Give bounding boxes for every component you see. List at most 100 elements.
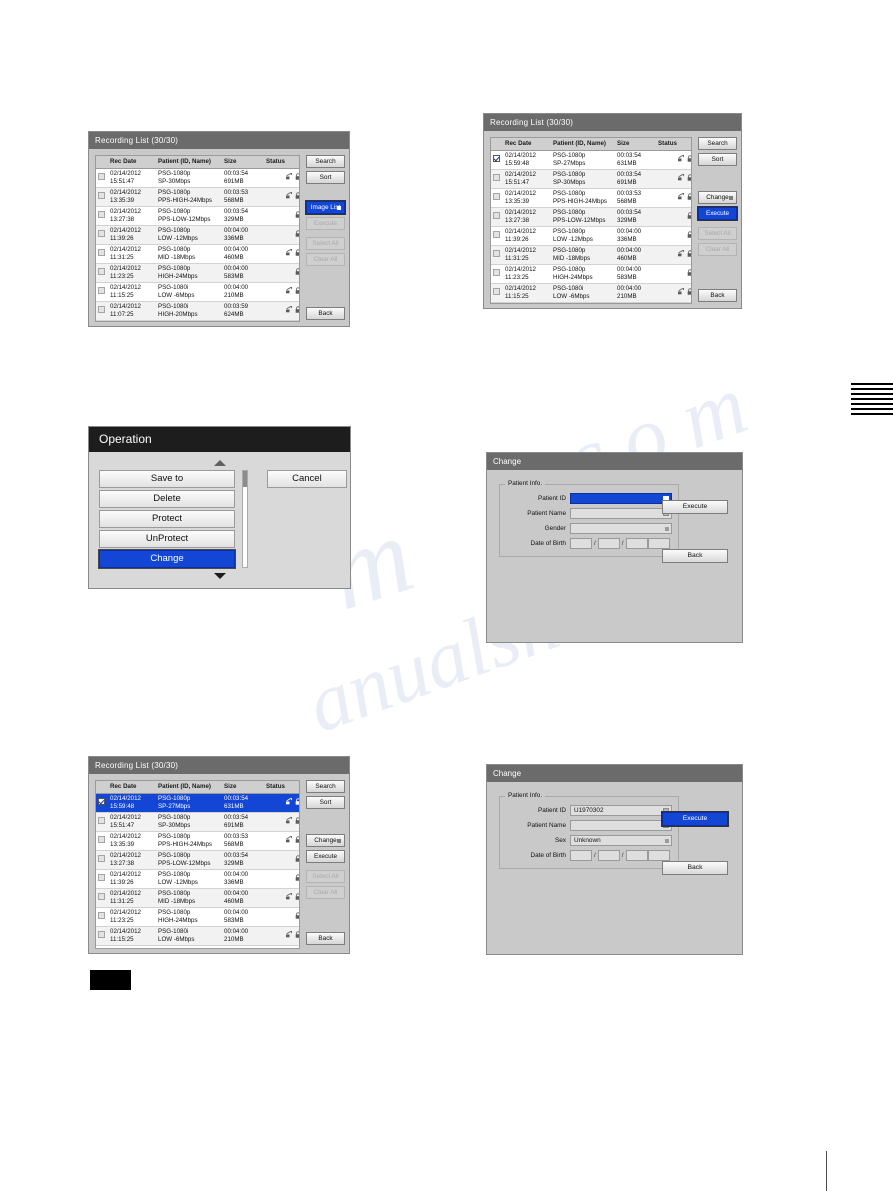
table-row[interactable]: 02/14/2012 15:51:47 PSG-1080p SP-30Mbps 00:0… <box>491 169 691 189</box>
table-row[interactable]: 02/14/2012 11:15:25 PSG-1080i LOW -6Mbps 00:… <box>96 926 299 946</box>
execute-button[interactable]: Execute <box>306 850 345 863</box>
scroll-up-icon[interactable] <box>213 460 226 466</box>
row-check-cell[interactable] <box>96 206 107 226</box>
scrollbar-thumb[interactable] <box>243 471 248 487</box>
row-check-cell[interactable] <box>96 831 107 851</box>
table-row[interactable]: 02/14/2012 11:15:25 PSG-1080i LOW -6Mbps 00:… <box>96 282 299 302</box>
select-all-button[interactable]: Select All <box>306 870 345 883</box>
col-status[interactable]: Status <box>263 156 299 169</box>
row-checkbox[interactable] <box>98 893 105 900</box>
recording-list-table-container[interactable]: Rec Date Patient (ID, Name) Size Status … <box>95 155 300 322</box>
execute-button[interactable]: Execute <box>306 217 345 230</box>
table-row[interactable]: 02/14/2012 13:35:39 PSG-1080p PPS-HIGH-24Mb… <box>96 831 299 851</box>
table-row[interactable]: 02/14/2012 13:27:38 PSG-1080p PPS-LOW-12Mbp… <box>96 206 299 226</box>
table-row[interactable]: 02/14/2012 13:35:39 PSG-1080p PPS-HIGH-24Mb… <box>96 187 299 207</box>
row-check-cell[interactable] <box>491 150 502 170</box>
sort-button[interactable]: Sort <box>306 796 345 809</box>
col-rec-date[interactable]: Rec Date <box>107 156 155 169</box>
table-row[interactable]: 02/14/2012 15:51:47 PSG-1080p SP-30Mbps 00:0… <box>96 812 299 832</box>
sort-button[interactable]: Sort <box>698 153 737 166</box>
table-row[interactable]: 02/14/2012 13:27:38 PSG-1080p PPS-LOW-12Mbp… <box>491 207 691 227</box>
operation-item[interactable]: Protect <box>99 510 235 528</box>
row-checkbox[interactable] <box>493 231 500 238</box>
table-row[interactable]: 02/14/2012 11:39:26 PSG-1080p LOW -12Mbps 00… <box>96 869 299 889</box>
row-checkbox[interactable] <box>98 192 105 199</box>
row-check-cell[interactable] <box>96 812 107 832</box>
row-check-cell[interactable] <box>491 245 502 265</box>
back-button[interactable]: Back <box>698 289 737 302</box>
execute-button[interactable]: Execute <box>697 206 738 221</box>
col-rec-date[interactable]: Rec Date <box>502 138 550 151</box>
dob-segment[interactable] <box>570 850 592 861</box>
row-check-cell[interactable] <box>96 187 107 207</box>
row-checkbox[interactable] <box>98 855 105 862</box>
row-check-cell[interactable] <box>96 263 107 283</box>
row-check-cell[interactable] <box>96 869 107 889</box>
table-row[interactable]: 02/14/2012 15:59:48 PSG-1080p SP-27Mbps 00:0… <box>96 793 299 813</box>
row-checkbox[interactable] <box>493 193 500 200</box>
row-checkbox[interactable] <box>98 211 105 218</box>
col-patient[interactable]: Patient (ID, Name) <box>155 781 221 794</box>
table-row[interactable]: 02/14/2012 11:23:25 PSG-1080p HIGH-24Mbps 00… <box>491 264 691 284</box>
row-checkbox[interactable] <box>493 155 500 162</box>
row-checkbox[interactable] <box>493 174 500 181</box>
row-checkbox[interactable] <box>98 912 105 919</box>
field-input[interactable] <box>570 508 672 519</box>
row-checkbox[interactable] <box>98 249 105 256</box>
row-check-cell[interactable] <box>96 168 107 188</box>
row-check-cell[interactable] <box>96 225 107 245</box>
row-checkbox[interactable] <box>493 250 500 257</box>
table-row[interactable]: 02/14/2012 13:35:39 PSG-1080p PPS-HIGH-24Mb… <box>491 188 691 208</box>
row-checkbox[interactable] <box>98 836 105 843</box>
operation-item[interactable]: Save to <box>99 470 235 488</box>
field-input[interactable]: U1970302 <box>570 805 672 816</box>
clear-all-button[interactable]: Clear All <box>306 253 345 266</box>
row-checkbox[interactable] <box>98 874 105 881</box>
table-row[interactable]: 02/14/2012 11:23:25 PSG-1080p HIGH-24Mbps 00… <box>96 907 299 927</box>
row-checkbox[interactable] <box>98 817 105 824</box>
dob-segment[interactable] <box>647 538 670 549</box>
col-rec-date[interactable]: Rec Date <box>107 781 155 794</box>
table-row[interactable]: 02/14/2012 11:07:25 PSG-1080i HIGH-20Mbps 00… <box>96 301 299 321</box>
table-row[interactable]: 02/14/2012 11:31:25 PSG-1080p MID -18Mbps 00… <box>96 888 299 908</box>
dob-segment[interactable] <box>597 538 620 549</box>
row-check-cell[interactable] <box>491 169 502 189</box>
search-button[interactable]: Search <box>698 137 737 150</box>
row-check-cell[interactable] <box>96 301 107 321</box>
table-row[interactable]: 02/14/2012 11:31:25 PSG-1080p MID -18Mbps 00… <box>96 244 299 264</box>
select-all-button[interactable]: Select All <box>698 227 737 240</box>
change-button[interactable]: Change <box>306 834 345 847</box>
back-button[interactable]: Back <box>662 861 728 875</box>
search-button[interactable]: Search <box>306 155 345 168</box>
table-row[interactable]: 02/14/2012 15:51:47 PSG-1080p SP-30Mbps 00:0… <box>96 168 299 188</box>
row-checkbox[interactable] <box>98 306 105 313</box>
row-check-cell[interactable] <box>96 850 107 870</box>
row-check-cell[interactable] <box>96 926 107 946</box>
col-status[interactable]: Status <box>655 138 691 151</box>
col-size[interactable]: Size <box>221 781 263 794</box>
row-checkbox[interactable] <box>493 212 500 219</box>
col-patient[interactable]: Patient (ID, Name) <box>550 138 614 151</box>
field-input[interactable] <box>570 493 672 504</box>
row-check-cell[interactable] <box>96 907 107 927</box>
col-size[interactable]: Size <box>221 156 263 169</box>
row-checkbox[interactable] <box>98 931 105 938</box>
col-status[interactable]: Status <box>263 781 299 794</box>
row-check-cell[interactable] <box>491 283 502 303</box>
row-check-cell[interactable] <box>491 188 502 208</box>
back-button[interactable]: Back <box>662 549 728 563</box>
table-row[interactable]: 02/14/2012 11:39:26 PSG-1080p LOW -12Mbps 00… <box>491 226 691 246</box>
row-checkbox[interactable] <box>98 268 105 275</box>
back-button[interactable]: Back <box>306 307 345 320</box>
table-row[interactable]: 02/14/2012 11:23:25 PSG-1080p HIGH-24Mbps 00… <box>96 263 299 283</box>
dob-segment[interactable] <box>625 538 648 549</box>
table-row[interactable]: 02/14/2012 13:27:38 PSG-1080p PPS-LOW-12Mbp… <box>96 850 299 870</box>
row-check-cell[interactable] <box>491 226 502 246</box>
col-patient[interactable]: Patient (ID, Name) <box>155 156 221 169</box>
table-row[interactable]: 02/14/2012 15:59:48 PSG-1080p SP-27Mbps 00:0… <box>491 150 691 170</box>
select-all-button[interactable]: Select All <box>306 237 345 250</box>
scroll-down-icon[interactable] <box>213 573 226 579</box>
row-check-cell[interactable] <box>96 888 107 908</box>
execute-button[interactable]: Execute <box>661 811 729 827</box>
row-check-cell[interactable] <box>96 244 107 264</box>
